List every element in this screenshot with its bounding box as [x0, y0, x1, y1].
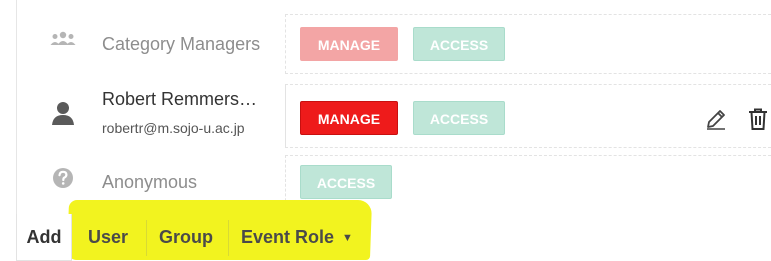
manage-button[interactable]: MANAGE — [300, 27, 398, 61]
access-button[interactable]: ACCESS — [413, 101, 505, 135]
user-info: Robert Remmers… robertr@m.sojo-u.ac.jp — [102, 89, 257, 136]
caret-down-icon: ▼ — [342, 232, 353, 245]
group-icon — [39, 28, 87, 50]
add-bar: Add User Group Event Role ▼ — [16, 200, 373, 261]
row-label: Anonymous — [102, 172, 198, 192]
user-email: robertr@m.sojo-u.ac.jp — [102, 120, 245, 136]
user-name: Robert Remmers… — [102, 89, 258, 109]
user-icon — [39, 96, 87, 130]
permissions-panel: Category Managers MANAGE ACCESS Robert R… — [16, 0, 771, 216]
access-button[interactable]: ACCESS — [300, 165, 392, 199]
permission-buttons: ACCESS — [285, 155, 771, 206]
add-label: Add — [16, 214, 72, 261]
edit-icon[interactable] — [704, 107, 728, 131]
trash-icon[interactable] — [746, 107, 770, 131]
add-event-role-dropdown[interactable]: Event Role ▼ — [241, 214, 353, 260]
row-label: Category Managers — [102, 34, 261, 54]
access-button[interactable]: ACCESS — [413, 27, 505, 61]
manage-button[interactable]: MANAGE — [300, 101, 398, 135]
divider — [228, 220, 229, 256]
event-role-label: Event Role — [241, 227, 335, 247]
add-user-button[interactable]: User — [88, 214, 128, 260]
permission-row-user: Robert Remmers… robertr@m.sojo-u.ac.jp M… — [17, 79, 771, 155]
add-group-button[interactable]: Group — [159, 214, 213, 260]
question-icon — [39, 163, 87, 193]
permission-buttons: MANAGE ACCESS — [285, 84, 771, 148]
divider — [146, 220, 147, 256]
permission-row-category-managers: Category Managers MANAGE ACCESS — [17, 0, 771, 74]
permission-buttons: MANAGE ACCESS — [285, 14, 771, 74]
